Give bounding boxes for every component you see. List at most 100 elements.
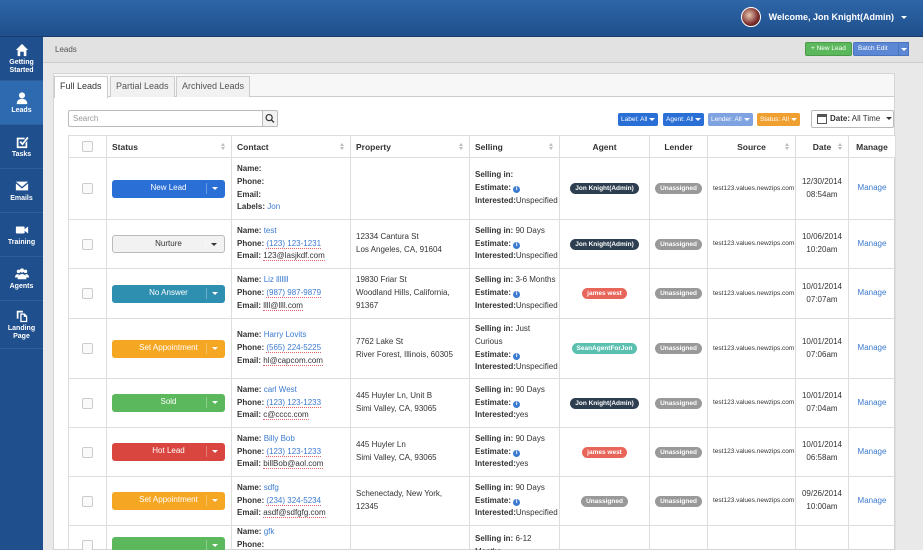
manage-link[interactable]: Manage xyxy=(858,239,887,248)
lender-badge[interactable]: Unassigned xyxy=(655,343,702,355)
contact-name[interactable]: Liz lllllll xyxy=(264,275,289,284)
filter-status[interactable]: Status: All xyxy=(757,113,800,126)
info-icon[interactable]: i xyxy=(513,498,521,506)
filter-agent[interactable]: Agent: All xyxy=(663,113,705,126)
contact-email[interactable]: llll@llll.com xyxy=(263,300,303,311)
contact-email[interactable]: billBob@aol.com xyxy=(263,459,324,470)
status-dropdown[interactable]: No Answer xyxy=(112,284,225,303)
agent-badge[interactable]: james west xyxy=(582,288,627,300)
info-icon[interactable]: i xyxy=(513,352,521,360)
lender-badge[interactable]: Unassigned xyxy=(655,397,702,409)
filter-label[interactable]: Label: All xyxy=(618,113,659,126)
date-filter[interactable]: Date: All Time xyxy=(811,110,894,128)
lender-badge[interactable]: Unassigned xyxy=(655,238,702,250)
agent-badge[interactable]: james west xyxy=(582,446,627,458)
lender-badge[interactable]: Unassigned xyxy=(655,495,702,507)
tab-archived-leads[interactable]: Archived Leads xyxy=(176,76,251,97)
contact-phone[interactable]: (565) 224-5225 xyxy=(266,343,322,354)
row-checkbox[interactable] xyxy=(82,343,93,354)
info-icon[interactable]: i xyxy=(513,241,521,249)
lender-badge[interactable]: Unassigned xyxy=(655,446,702,458)
agent-badge[interactable]: Jon Knight(Admin) xyxy=(570,397,639,409)
sidebar-item-agents[interactable]: Agents xyxy=(0,257,43,301)
sidebar-item-getting-started[interactable]: Getting Started xyxy=(0,37,43,81)
row-checkbox[interactable] xyxy=(82,540,93,550)
sidebar-item-landing-page[interactable]: Landing Page xyxy=(0,301,43,349)
row-checkbox[interactable] xyxy=(82,288,93,299)
status-dropdown[interactable]: Nurture xyxy=(112,235,225,253)
contact-name[interactable]: sdfg xyxy=(264,483,279,492)
manage-link[interactable]: Manage xyxy=(858,288,887,297)
tab-partial-leads[interactable]: Partial Leads xyxy=(110,76,175,97)
contact-phone[interactable]: (123) 123-1233 xyxy=(266,446,322,457)
contact-phone[interactable]: (234) 324-5234 xyxy=(266,495,322,506)
contact-email[interactable]: 123@lasjkdf.com xyxy=(263,251,325,262)
agent-badge[interactable]: Unassigned xyxy=(581,495,628,507)
column-header-contact[interactable]: Contact xyxy=(231,135,351,158)
manage-link[interactable]: Manage xyxy=(858,496,887,505)
user-menu[interactable]: Welcome, Jon Knight(Admin) xyxy=(740,7,907,27)
sidebar-item-training[interactable]: Training xyxy=(0,213,43,257)
sidebar-item-leads[interactable]: Leads xyxy=(0,81,43,125)
column-header-source[interactable]: Source xyxy=(707,135,796,158)
manage-link[interactable]: Manage xyxy=(858,183,887,192)
info-icon[interactable]: i xyxy=(513,186,521,194)
avatar[interactable] xyxy=(740,7,761,27)
agent-badge[interactable]: Jon Knight(Admin) xyxy=(570,183,639,195)
manage-link[interactable]: Manage xyxy=(858,343,887,352)
row-checkbox[interactable] xyxy=(82,495,93,507)
table-row[interactable]: Nurture Name: test Phone: (123) 123-1231… xyxy=(68,219,896,269)
manage-link[interactable]: Manage xyxy=(858,447,887,456)
contact-phone[interactable]: (123) 123-1231 xyxy=(266,238,322,249)
contact-name[interactable]: Harry Lovits xyxy=(264,330,307,339)
contact-phone[interactable]: (987) 987-9879 xyxy=(266,288,322,299)
table-row[interactable]: Name: gfk Phone: Email: Labels: Selling … xyxy=(68,525,896,550)
table-row[interactable]: New Lead Name: Phone: Email: Labels: Jon… xyxy=(68,157,896,220)
search-input[interactable]: Search xyxy=(68,110,263,127)
search-button[interactable] xyxy=(262,110,278,127)
contact-name[interactable]: test xyxy=(264,226,277,235)
column-header-status[interactable]: Status xyxy=(106,135,232,158)
info-icon[interactable]: i xyxy=(513,400,521,408)
lender-badge[interactable]: Unassigned xyxy=(655,183,702,195)
contact-name[interactable]: carl West xyxy=(264,385,297,394)
sidebar-item-tasks[interactable]: Tasks xyxy=(0,125,43,169)
agent-badge[interactable]: SeanAgentForJon xyxy=(571,343,638,355)
row-checkbox[interactable] xyxy=(82,238,93,250)
status-dropdown[interactable]: Set Appointment xyxy=(112,492,225,510)
status-dropdown[interactable]: Sold xyxy=(112,394,225,412)
manage-link[interactable]: Manage xyxy=(858,398,887,407)
new-lead-button[interactable]: + New Lead xyxy=(805,42,852,56)
batch-edit-dropdown[interactable] xyxy=(898,42,909,56)
contact-email[interactable]: hl@capcom.com xyxy=(263,355,323,366)
table-row[interactable]: Sold Name: carl West Phone: (123) 123-12… xyxy=(68,378,896,428)
column-header-selling[interactable]: Selling xyxy=(469,135,560,158)
row-checkbox[interactable] xyxy=(82,183,93,194)
chevron-down-icon[interactable] xyxy=(901,15,907,19)
column-header-property[interactable]: Property xyxy=(350,135,470,158)
select-all-checkbox[interactable] xyxy=(82,141,93,152)
contact-phone[interactable]: (123) 123-1233 xyxy=(266,397,322,408)
table-row[interactable]: Set Appointment Name: Harry Lovits Phone… xyxy=(68,318,896,379)
status-dropdown[interactable]: Set Appointment xyxy=(112,339,225,358)
status-dropdown[interactable]: Hot Lead xyxy=(112,443,225,461)
status-dropdown[interactable]: New Lead xyxy=(112,179,225,198)
contact-name[interactable]: gfk xyxy=(264,527,275,536)
row-checkbox[interactable] xyxy=(82,397,93,409)
lender-badge[interactable]: Unassigned xyxy=(655,288,702,300)
table-row[interactable]: Set Appointment Name: sdfg Phone: (234) … xyxy=(68,476,896,526)
tab-full-leads[interactable]: Full Leads xyxy=(54,76,108,98)
agent-badge[interactable]: Jon Knight(Admin) xyxy=(570,238,639,250)
status-dropdown[interactable] xyxy=(112,536,225,550)
contact-email[interactable]: c@cccc.com xyxy=(263,410,309,421)
contact-labels[interactable]: Jon xyxy=(267,202,280,211)
info-icon[interactable]: i xyxy=(513,291,521,299)
table-row[interactable]: Hot Lead Name: Billy Bob Phone: (123) 12… xyxy=(68,427,896,477)
contact-name[interactable]: Billy Bob xyxy=(264,434,295,443)
sidebar-item-emails[interactable]: Emails xyxy=(0,169,43,213)
column-header-date[interactable]: Date xyxy=(795,135,849,158)
table-row[interactable]: No Answer Name: Liz lllllll Phone: (987)… xyxy=(68,268,896,319)
row-checkbox[interactable] xyxy=(82,446,93,458)
filter-lender[interactable]: Lender: All xyxy=(708,113,753,126)
info-icon[interactable]: i xyxy=(513,449,521,457)
